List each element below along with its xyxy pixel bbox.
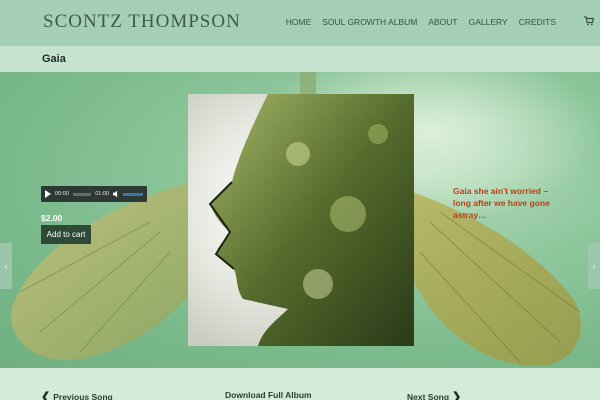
site-header: SCONTZ THOMPSON HOME SOUL GROWTH ALBUM A… <box>0 0 600 46</box>
main-nav: HOME SOUL GROWTH ALBUM ABOUT GALLERY CRE… <box>286 17 556 27</box>
audio-player: 00:00 01:00 <box>41 186 147 202</box>
nav-about[interactable]: ABOUT <box>428 17 457 27</box>
download-album-label: Download Full Album <box>225 390 312 400</box>
album-art-image <box>188 94 414 346</box>
title-bar: Gaia <box>0 46 600 72</box>
lyric-text: Gaia she ain't worried – long after we h… <box>453 186 550 220</box>
volume-slider[interactable] <box>122 192 143 196</box>
nav-gallery[interactable]: GALLERY <box>469 17 508 27</box>
price-label: $2.00 <box>41 213 63 223</box>
chevron-right-icon: › <box>592 261 596 271</box>
chevron-left-icon: ❮ <box>41 391 51 400</box>
add-to-cart-button[interactable]: Add to cart <box>41 225 91 244</box>
nav-home[interactable]: HOME <box>286 17 312 27</box>
song-navigation: ❮ Previous Song Download Full Album Next… <box>0 368 600 400</box>
chevron-left-icon: ‹ <box>4 261 8 271</box>
cart-icon[interactable] <box>584 16 594 26</box>
slider-next-arrow[interactable]: › <box>588 243 600 289</box>
hero-section: 00:00 01:00 $2.00 Add to cart Gaia she a… <box>0 72 600 368</box>
download-album-link[interactable]: Download Full Album <box>225 390 312 400</box>
slider-prev-arrow[interactable]: ‹ <box>0 243 12 289</box>
play-icon[interactable] <box>45 190 51 198</box>
progress-rail[interactable] <box>72 192 92 196</box>
site-logo[interactable]: SCONTZ THOMPSON <box>43 11 241 33</box>
previous-song-link[interactable]: ❮ Previous Song <box>41 390 113 400</box>
current-time: 00:00 <box>55 191 69 197</box>
previous-song-label: Previous Song <box>53 391 113 400</box>
page-title: Gaia <box>42 53 66 65</box>
duration: 01:00 <box>95 191 109 197</box>
next-song-label: Next Song <box>407 391 450 400</box>
chevron-right-icon: ❯ <box>452 391 462 400</box>
nav-soul-growth-album[interactable]: SOUL GROWTH ALBUM <box>322 17 417 27</box>
next-song-link[interactable]: Next Song ❯ <box>407 390 461 400</box>
album-art <box>188 94 414 346</box>
nav-credits[interactable]: CREDITS <box>519 17 556 27</box>
volume-icon[interactable] <box>112 190 118 198</box>
